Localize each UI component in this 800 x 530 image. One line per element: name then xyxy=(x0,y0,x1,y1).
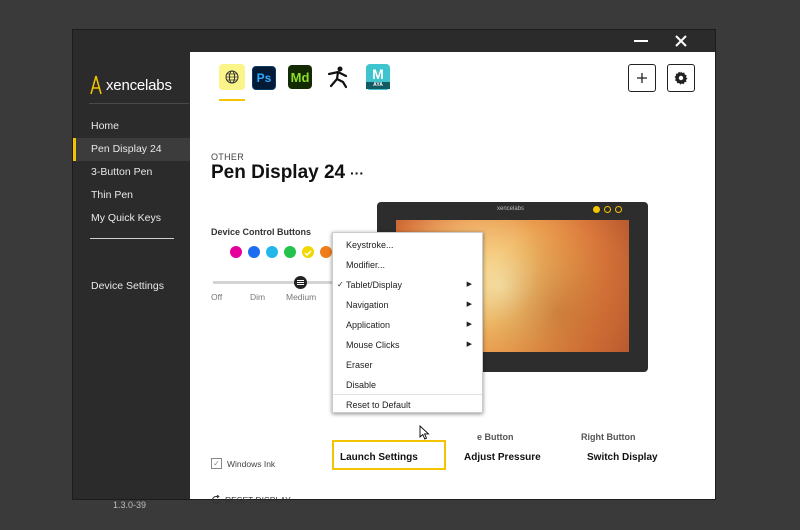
sidebar-divider xyxy=(89,103,189,104)
sidebar-item-thin-pen[interactable]: Thin Pen xyxy=(73,184,190,207)
plus-icon xyxy=(637,73,647,83)
tablet-indicator-3 xyxy=(615,206,622,213)
middle-button-label: e Button xyxy=(477,432,514,442)
switch-display-value[interactable]: Switch Display xyxy=(587,452,658,463)
menu-item-mouse-clicks[interactable]: Mouse Clicks ▶ xyxy=(333,335,482,355)
app-tab-zbrush[interactable] xyxy=(325,64,351,90)
menu-item-navigation[interactable]: Navigation ▶ xyxy=(333,295,482,315)
swatch-magenta[interactable] xyxy=(230,246,242,258)
swatch-blue[interactable] xyxy=(248,246,260,258)
gear-icon xyxy=(674,71,688,85)
tablet-indicator-1 xyxy=(593,206,600,213)
close-button[interactable] xyxy=(665,30,697,52)
checkmark-icon: ✓ xyxy=(337,280,344,289)
sidebar-item-3-button-pen[interactable]: 3-Button Pen xyxy=(73,161,190,184)
app-tab-substance-designer[interactable]: Md xyxy=(288,65,312,89)
menu-item-label: Eraser xyxy=(346,360,373,370)
sidebar-separator xyxy=(90,238,174,239)
adjust-pressure-value[interactable]: Adjust Pressure xyxy=(464,452,541,463)
photoshop-icon: Ps xyxy=(256,71,272,85)
menu-item-keystroke[interactable]: Keystroke... xyxy=(333,235,482,255)
menu-item-application[interactable]: Application ▶ xyxy=(333,315,482,335)
more-options-button[interactable]: ··· xyxy=(350,165,364,181)
submenu-arrow-icon: ▶ xyxy=(466,281,472,288)
page-title: Pen Display 24 xyxy=(211,162,346,183)
submenu-arrow-icon: ▶ xyxy=(466,301,472,308)
app-tab-photoshop[interactable]: Ps xyxy=(252,66,276,90)
swatch-cyan[interactable] xyxy=(266,246,278,258)
context-menu: Keystroke... Modifier... ✓ Tablet/Displa… xyxy=(332,232,483,413)
swatch-orange[interactable] xyxy=(320,246,332,258)
submenu-arrow-icon: ▶ xyxy=(466,341,472,348)
minimize-button[interactable] xyxy=(625,30,657,52)
menu-item-label: Tablet/Display xyxy=(346,280,403,290)
mouse-cursor-icon xyxy=(419,425,430,440)
menu-item-label: Mouse Clicks xyxy=(346,340,400,350)
menu-item-label: Application xyxy=(346,320,391,330)
menu-item-disable[interactable]: Disable xyxy=(333,375,482,395)
swatch-yellow-selected[interactable] xyxy=(302,246,314,258)
xencelabs-logo-icon xyxy=(90,75,102,95)
version-label: 1.3.0-39 xyxy=(113,500,147,510)
sidebar-item-home[interactable]: Home xyxy=(73,115,190,138)
brightness-label-off: Off xyxy=(211,292,223,302)
globe-icon xyxy=(225,70,239,84)
right-button-label: Right Button xyxy=(581,432,636,442)
submenu-arrow-icon: ▶ xyxy=(466,321,472,328)
brightness-slider-track[interactable] xyxy=(213,281,338,284)
section-label: OTHER xyxy=(211,152,244,162)
brightness-slider-handle[interactable] xyxy=(294,276,307,289)
checkmark-icon xyxy=(304,250,312,257)
maya-icon-label: AYA xyxy=(366,82,390,89)
menu-item-tablet-display[interactable]: ✓ Tablet/Display ▶ xyxy=(333,275,482,295)
launch-settings-value[interactable]: Launch Settings xyxy=(340,452,418,463)
menu-item-label: Reset to Default xyxy=(346,400,411,410)
reset-icon xyxy=(212,495,220,504)
settings-button[interactable] xyxy=(667,64,695,92)
menu-item-modifier[interactable]: Modifier... xyxy=(333,255,482,275)
app-tab-maya[interactable]: M AYA xyxy=(366,64,390,90)
windows-ink-label: Windows Ink xyxy=(227,458,276,469)
tablet-logo: xencelabs xyxy=(497,206,525,212)
sidebar-item-device-settings[interactable]: Device Settings xyxy=(91,280,164,292)
menu-item-reset-to-default[interactable]: Reset to Default xyxy=(333,395,482,415)
swatch-green[interactable] xyxy=(284,246,296,258)
reset-display-label: RESET DISPLAY xyxy=(225,495,291,505)
reset-display-button[interactable]: RESET DISPLAY xyxy=(211,495,291,505)
menu-item-label: Modifier... xyxy=(346,260,386,270)
title-bar xyxy=(73,30,715,52)
device-control-buttons-label: Device Control Buttons xyxy=(211,227,312,237)
add-app-button[interactable] xyxy=(628,64,656,92)
sidebar-nav: Home Pen Display 24 3-Button Pen Thin Pe… xyxy=(73,115,190,230)
app-tab-global[interactable] xyxy=(219,64,245,90)
close-icon xyxy=(675,35,687,47)
zbrush-icon xyxy=(327,66,348,89)
tablet-indicator-2 xyxy=(604,206,611,213)
brightness-label-medium: Medium xyxy=(286,292,317,302)
logo-text: xencelabs xyxy=(106,76,172,94)
substance-designer-icon: Md xyxy=(290,69,310,85)
windows-ink-checkbox[interactable]: ✓ xyxy=(211,458,222,469)
active-tab-indicator xyxy=(219,99,245,101)
menu-item-label: Disable xyxy=(346,380,377,390)
menu-item-eraser[interactable]: Eraser xyxy=(333,355,482,375)
brightness-label-dim: Dim xyxy=(250,292,266,302)
sidebar-item-my-quick-keys[interactable]: My Quick Keys xyxy=(73,207,190,230)
maya-icon: M xyxy=(372,66,384,82)
menu-item-label: Navigation xyxy=(346,300,389,310)
sidebar-item-pen-display-24[interactable]: Pen Display 24 xyxy=(73,138,190,161)
menu-item-label: Keystroke... xyxy=(346,240,394,250)
sidebar: xencelabs Home Pen Display 24 3-Button P… xyxy=(73,52,190,510)
xencelabs-logo: xencelabs xyxy=(89,75,172,95)
windows-ink-toggle[interactable]: ✓ Windows Ink xyxy=(211,458,275,469)
